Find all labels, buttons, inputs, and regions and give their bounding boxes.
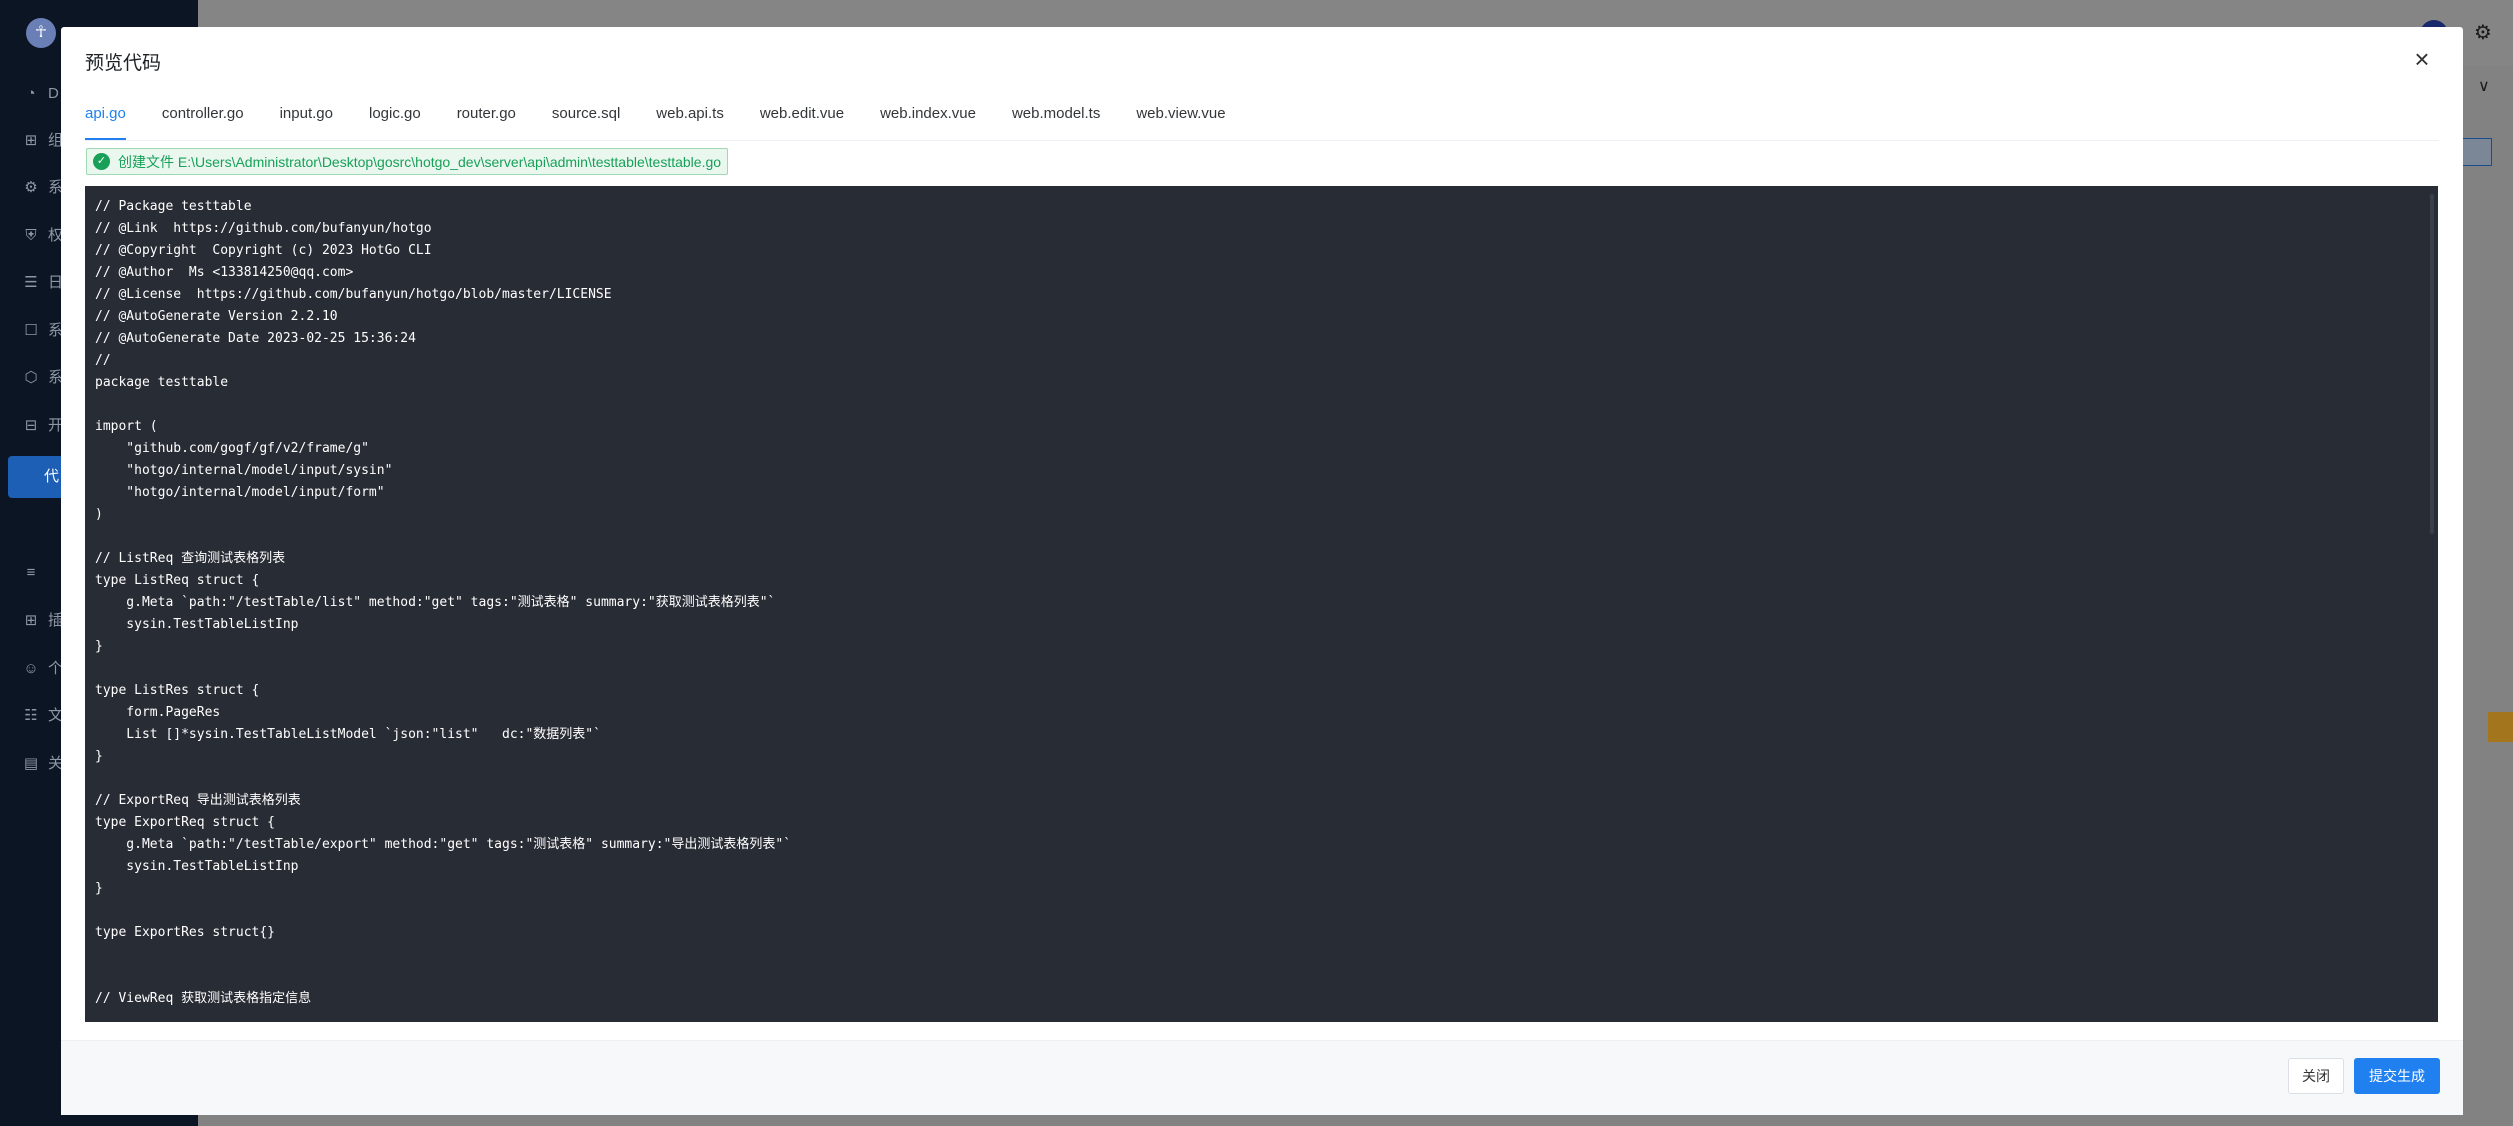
- sidebar-item-12[interactable]: ☺ 个: [22, 657, 63, 681]
- tab-logic-go[interactable]: logic.go: [369, 103, 421, 139]
- tab-controller-go[interactable]: controller.go: [162, 103, 244, 139]
- modal-footer: 关闭 提交生成: [61, 1040, 2463, 1115]
- tab-web-api-ts[interactable]: web.api.ts: [656, 103, 724, 139]
- sidebar-item-6[interactable]: ⬡ 系: [22, 366, 63, 390]
- terminal-icon: ⊟: [24, 417, 38, 434]
- dashboard-icon: ◔: [26, 85, 36, 102]
- doc-icon: ☷: [24, 707, 38, 724]
- user-icon: ☺: [23, 660, 39, 677]
- code-content: // Package testtable // @Link https://gi…: [95, 199, 792, 1006]
- preview-code-modal: 预览代码 × api.go controller.go input.go logic.…: [61, 27, 2463, 1115]
- close-icon[interactable]: ×: [2410, 46, 2434, 72]
- tab-web-view-vue[interactable]: web.view.vue: [1136, 103, 1225, 139]
- monitor-icon: ☐: [24, 322, 38, 339]
- check-circle-icon: ✓: [93, 153, 110, 170]
- sidebar-item-label: 代: [44, 468, 60, 485]
- file-path-text: 创建文件 E:\Users\Administrator\Desktop\gosr…: [118, 153, 722, 170]
- sidebar-item-label: D: [48, 85, 59, 102]
- tab-api-go[interactable]: api.go: [85, 103, 126, 140]
- grid-icon: ⊞: [24, 612, 38, 629]
- sidebar-item-7[interactable]: ⊟ 开: [22, 414, 63, 438]
- menu-icon: ≡: [26, 564, 36, 581]
- sidebar-item-3[interactable]: ⛨ 权: [22, 224, 63, 248]
- close-button[interactable]: 关闭: [2288, 1058, 2344, 1094]
- app-logo: ☥: [26, 18, 56, 48]
- sidebar-item-4[interactable]: ☰ 日: [22, 271, 63, 295]
- code-scrollbar[interactable]: [2430, 194, 2434, 534]
- chevron-down-icon[interactable]: ∨: [2478, 76, 2490, 96]
- sidebar-item-11[interactable]: ⊞ 插: [22, 609, 63, 633]
- background-badge: [2488, 712, 2513, 742]
- shield-icon: ⛨: [25, 227, 37, 244]
- sidebar-item-1[interactable]: ⊞ 组: [22, 129, 63, 153]
- tab-source-sql[interactable]: source.sql: [552, 103, 620, 139]
- tab-web-edit-vue[interactable]: web.edit.vue: [760, 103, 844, 139]
- settings-icon: ⚙: [24, 179, 38, 196]
- file-path-alert: ✓ 创建文件 E:\Users\Administrator\Desktop\go…: [86, 148, 729, 175]
- file-tabs: api.go controller.go input.go logic.go route…: [85, 103, 2439, 141]
- about-icon: ▤: [23, 755, 39, 772]
- sidebar-item-5[interactable]: ☐ 系: [22, 319, 63, 343]
- grid-icon: ⊞: [24, 132, 38, 149]
- sidebar-item-10[interactable]: ≡: [22, 561, 48, 585]
- sidebar-item-2[interactable]: ⚙ 系: [22, 176, 63, 200]
- tab-web-index-vue[interactable]: web.index.vue: [880, 103, 976, 139]
- list-icon: ☰: [24, 274, 38, 291]
- gear-icon[interactable]: ⚙: [2474, 20, 2492, 45]
- submit-generate-button[interactable]: 提交生成: [2354, 1058, 2440, 1094]
- code-viewer[interactable]: // Package testtable // @Link https://gi…: [85, 186, 2438, 1022]
- tab-web-model-ts[interactable]: web.model.ts: [1012, 103, 1100, 139]
- box-icon: ⬡: [24, 369, 38, 386]
- sidebar-item-13[interactable]: ☷ 文: [22, 704, 63, 728]
- sidebar-item-14[interactable]: ▤ 关: [22, 752, 63, 776]
- sidebar-item-0[interactable]: ◔ D: [22, 82, 59, 106]
- tab-input-go[interactable]: input.go: [280, 103, 333, 139]
- modal-title: 预览代码: [85, 53, 162, 74]
- tab-router-go[interactable]: router.go: [457, 103, 516, 139]
